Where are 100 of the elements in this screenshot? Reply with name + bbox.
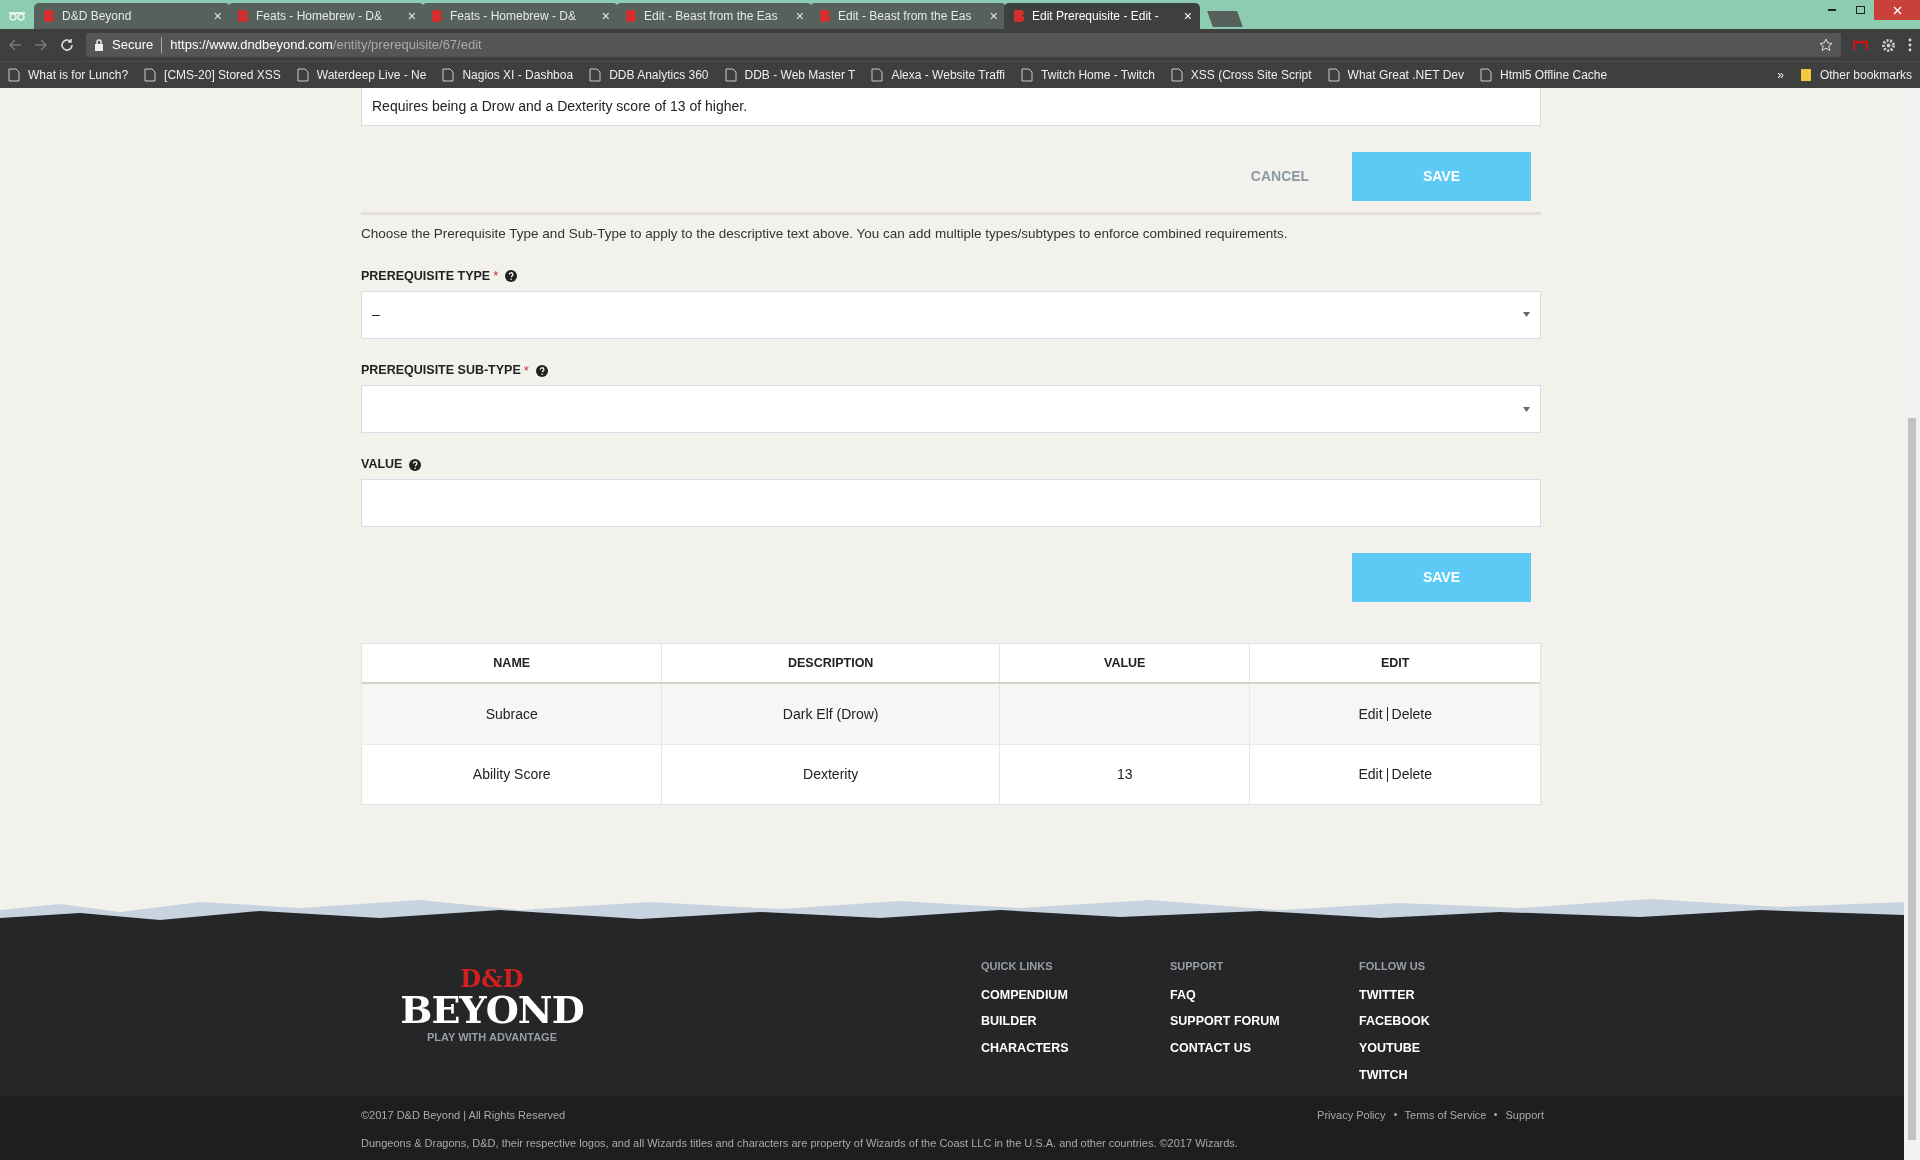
bookmark-item[interactable]: Waterdeep Live - Ne (296, 66, 427, 84)
page-icon (144, 68, 157, 82)
footer-link[interactable]: TWITCH (1359, 1065, 1548, 1085)
footer-link[interactable]: YOUTUBE (1359, 1039, 1548, 1058)
bookmark-item[interactable]: What Great .NET Dev (1327, 66, 1465, 84)
footer-link[interactable]: BUILDER (981, 1012, 1170, 1031)
dropdown-caret-icon (1523, 406, 1530, 412)
folder-icon (1799, 68, 1812, 82)
footer-bottom-link[interactable]: Support (1505, 1107, 1544, 1124)
secure-label: Secure (112, 36, 154, 55)
footer-heading: QUICK LINKS (981, 959, 1054, 974)
page-icon (1170, 68, 1183, 82)
column-header: EDIT (1381, 654, 1410, 672)
field-label: VALUE (361, 456, 403, 474)
page-icon (1327, 68, 1340, 82)
footer-link[interactable]: SUPPORT FORUM (1170, 1012, 1359, 1031)
help-icon[interactable] (409, 458, 422, 471)
bookmark-item[interactable]: XSS (Cross Site Script (1170, 66, 1312, 84)
site-favicon-icon (624, 9, 638, 23)
delete-link[interactable]: Delete (1391, 703, 1433, 725)
close-icon[interactable]: × (1183, 9, 1192, 23)
required-asterisk: * (523, 361, 529, 380)
bookmark-item[interactable]: DDB Analytics 360 (589, 66, 709, 84)
footer-link[interactable]: TWITTER (1359, 985, 1548, 1005)
reload-icon[interactable] (60, 38, 74, 52)
browser-tab[interactable]: D&D Beyond × (34, 3, 230, 29)
bookmark-item[interactable]: [CMS-20] Stored XSS (144, 66, 281, 84)
select-field[interactable]: – (361, 290, 1541, 339)
new-tab-button[interactable] (1207, 11, 1243, 27)
table-cell-text: 13 (1116, 765, 1133, 784)
close-icon[interactable]: × (989, 9, 998, 23)
footer-bottom-link[interactable]: Privacy Policy (1317, 1107, 1386, 1124)
copyright-text: ©2017 D&D Beyond | All Rights Reserved (361, 1108, 567, 1123)
bookmark-item[interactable]: Twitch Home - Twitch (1021, 66, 1155, 84)
page-icon (871, 68, 884, 82)
footer-link[interactable]: COMPENDIUM (981, 985, 1170, 1005)
tab-title: Edit Prerequisite - Edit - (1032, 8, 1160, 25)
edit-link[interactable]: Edit (1358, 703, 1383, 725)
field-label: PREREQUISITE TYPE (361, 267, 491, 285)
footer-heading: SUPPORT (1170, 959, 1225, 974)
footer-link[interactable]: CHARACTERS (981, 1039, 1170, 1058)
edit-link[interactable]: Edit (1358, 764, 1383, 785)
browser-tab[interactable]: Edit - Beast from the Eas × (810, 3, 1006, 29)
lock-icon (94, 39, 104, 51)
page-icon (1480, 68, 1493, 82)
table-cell-text: Dark Elf (Drow) (782, 704, 879, 724)
site-favicon-icon (42, 9, 56, 23)
site-favicon-icon (818, 9, 832, 23)
close-icon[interactable]: × (213, 9, 222, 23)
table-cell-text: Dexterity (803, 765, 859, 784)
bookmark-item[interactable]: Alexa - Website Traffi (871, 66, 1006, 84)
table-cell-text: Ability Score (472, 765, 551, 784)
dropdown-caret-icon (1523, 312, 1530, 318)
tab-title: Feats - Homebrew - D& (450, 8, 578, 25)
address-field[interactable]: Secure https://www.dndbeyond.com/entity/prerequisite/67/edit (86, 33, 1841, 57)
more-bookmarks-button[interactable]: » (1777, 66, 1784, 84)
tab-title: D&D Beyond (62, 8, 133, 25)
column-header: NAME (493, 654, 531, 672)
menu-icon[interactable] (1908, 38, 1912, 52)
browser-tab[interactable]: Edit Prerequisite - Edit - × (1004, 3, 1200, 29)
star-icon[interactable] (1819, 38, 1833, 52)
help-icon[interactable] (535, 364, 548, 377)
bookmark-item[interactable]: Html5 Offline Cache (1480, 66, 1608, 84)
page-icon (442, 68, 455, 82)
help-icon[interactable] (505, 270, 518, 282)
bookmark-item[interactable]: What is for Lunch? (8, 66, 129, 84)
help-text: Choose the Prerequisite Type and Sub-Type to apply to the descriptive text above. You can add multiple types/subtypes to enforce combined requirements. (361, 225, 1289, 243)
footer-link[interactable]: CONTACT US (1170, 1039, 1359, 1058)
bookmark-item[interactable]: Nagios XI - Dashboa (442, 66, 574, 84)
footer-link[interactable]: FACEBOOK (1359, 1012, 1548, 1031)
settings-icon[interactable] (1881, 37, 1896, 53)
url-text: https://www.dndbeyond.com/entity/prerequisite/67/edit (170, 36, 482, 55)
required-asterisk: * (493, 267, 499, 286)
footer-link[interactable]: FAQ (1170, 985, 1359, 1005)
column-header: VALUE (1103, 654, 1146, 672)
browser-tab[interactable]: Edit - Beast from the Eas × (616, 3, 812, 29)
tab-title: Edit - Beast from the Eas (644, 8, 779, 25)
other-bookmarks-item[interactable]: Other bookmarks (1799, 66, 1912, 84)
close-icon[interactable]: × (795, 9, 804, 23)
logo-beyond: BEYOND (400, 991, 584, 1029)
browser-tab[interactable]: Feats - Homebrew - D& × (422, 3, 618, 29)
close-icon[interactable]: × (601, 9, 610, 23)
page-icon (296, 68, 309, 82)
site-favicon-icon (1012, 9, 1026, 23)
close-icon (1892, 5, 1902, 15)
bookmark-item[interactable]: DDB - Web Master T (724, 66, 856, 84)
footer-bottom-link[interactable]: Terms of Service (1404, 1107, 1487, 1124)
page-icon (8, 68, 20, 82)
select-field[interactable] (361, 385, 1541, 434)
scrollbar[interactable] (1904, 88, 1920, 1160)
site-favicon-icon (430, 9, 444, 23)
browser-tab[interactable]: Feats - Homebrew - D& × (228, 3, 424, 29)
description-field[interactable]: Requires being a Drow and a Dexterity score of 13 of higher. (361, 88, 1541, 126)
logo-dnd: D&D (460, 967, 524, 991)
value-field[interactable] (361, 479, 1541, 527)
close-icon[interactable]: × (407, 9, 416, 23)
logo-tagline: PLAY WITH ADVANTAGE (427, 1030, 557, 1045)
site-favicon-icon (236, 9, 250, 23)
delete-link[interactable]: Delete (1391, 764, 1433, 785)
page-icon (1021, 68, 1034, 82)
